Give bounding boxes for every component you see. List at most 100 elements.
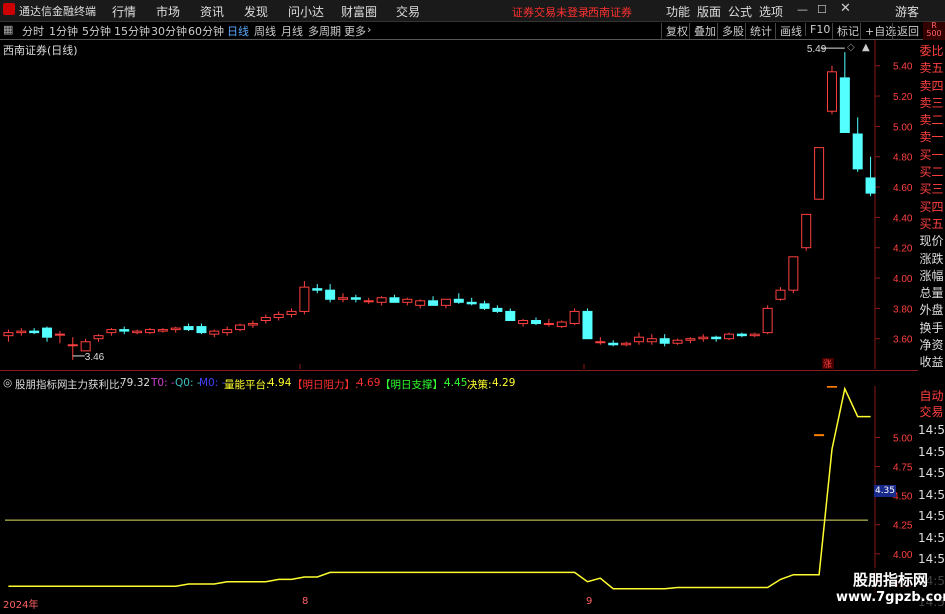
- indicator-chart[interactable]: 5.004.754.504.254.003.75: [0, 386, 918, 596]
- candle-body-53: [685, 338, 696, 341]
- candle-body-13: [170, 327, 181, 331]
- order-book-1: 卖五: [919, 61, 944, 76]
- candle-body-43: [556, 321, 567, 328]
- menu-wenxiaoda[interactable]: 问小达: [288, 3, 324, 20]
- auto-label[interactable]: 自动: [918, 387, 945, 404]
- btn-fanhui[interactable]: 返回: [892, 23, 919, 39]
- btn-add-favorite[interactable]: +自选: [860, 23, 896, 39]
- rr-badge: R 500: [923, 22, 945, 40]
- candle-body-14: [183, 326, 194, 331]
- y-label-7: 4.00: [893, 274, 913, 285]
- period-multi[interactable]: 多周期: [308, 23, 341, 39]
- btn-fuquan[interactable]: 复权: [661, 23, 688, 39]
- x-axis-sep: 9: [586, 596, 593, 607]
- order-book-15: 外盘: [919, 303, 944, 318]
- order-book-panel: 委比 卖五 卖四 卖三 卖二 卖一 买一 买二 买三 买四 买五 现价 涨跌 涨幅 总量 外盘 换手 净资 收益: [918, 43, 945, 372]
- btn-huaxian[interactable]: 画线: [775, 23, 802, 39]
- title-bar: 通达信金融终端 行情 市场 资讯 发现 问小达 财富圈 交易 证券交易未登录 西…: [0, 0, 945, 22]
- time-label-4: 14:56: [918, 509, 945, 523]
- watermark-name: 股朋指标网: [852, 571, 928, 589]
- time-label-3: 14:56: [918, 487, 945, 502]
- guest-label[interactable]: 游客: [895, 3, 919, 20]
- ind-y-label-0: 5.00: [893, 434, 913, 445]
- candle-body-37: [479, 303, 490, 309]
- y-label-1: 5.20: [893, 92, 913, 103]
- candle-body-61: [788, 256, 799, 291]
- candle-body-5: [67, 344, 78, 347]
- window-icon[interactable]: ☐: [817, 3, 827, 16]
- minimize-icon[interactable]: —: [797, 3, 808, 16]
- candle-body-34: [440, 298, 451, 306]
- btn-f10[interactable]: F10: [805, 23, 830, 36]
- candle-body-47: [608, 342, 619, 346]
- btn-biaoji[interactable]: 标记: [832, 23, 859, 39]
- period-more[interactable]: 更多: [344, 23, 366, 39]
- ind-y-label-3: 4.25: [893, 521, 913, 532]
- candle-body-11: [144, 329, 155, 334]
- candle-body-28: [363, 300, 374, 303]
- btn-diejia[interactable]: 叠加: [689, 23, 716, 39]
- candle-body-35: [453, 298, 464, 303]
- grid-icon[interactable]: ▦: [3, 23, 13, 36]
- trade-label[interactable]: 交易: [918, 403, 945, 420]
- candle-body-25: [325, 289, 336, 300]
- period-weekly[interactable]: 周线: [254, 23, 276, 39]
- time-label-2: 14:56: [918, 466, 945, 480]
- candle-body-49: [633, 336, 644, 343]
- candle-body-19: [247, 323, 258, 326]
- period-5min[interactable]: 5分钟: [82, 23, 111, 39]
- candle-body-15: [196, 326, 207, 334]
- y-label-0: 5.40: [893, 62, 913, 73]
- order-book-7: 买二: [919, 165, 944, 180]
- close-icon[interactable]: ✕: [840, 1, 851, 16]
- btn-tongji[interactable]: 统计: [745, 23, 772, 39]
- btn-duogu[interactable]: 多股: [717, 23, 744, 39]
- candle-body-31: [402, 298, 413, 303]
- period-monthly[interactable]: 月线: [281, 23, 303, 39]
- period-15min[interactable]: 15分钟: [114, 23, 150, 39]
- candle-body-20: [260, 316, 271, 322]
- menu-jiaoyi[interactable]: 交易: [396, 3, 420, 20]
- period-1min[interactable]: 1分钟: [49, 23, 78, 39]
- candle-body-46: [595, 341, 606, 344]
- ind-y-label-4: 4.00: [893, 550, 913, 561]
- y-label-8: 3.80: [893, 304, 913, 315]
- menu-hangqing[interactable]: 行情: [112, 3, 136, 20]
- candle-body-3: [42, 327, 53, 338]
- y-label-5: 4.40: [893, 213, 913, 224]
- candle-body-24: [312, 288, 323, 291]
- menu-xuanxiang[interactable]: 选项: [759, 3, 783, 20]
- menu-banmian[interactable]: 版面: [697, 3, 721, 20]
- login-status[interactable]: 证券交易未登录: [512, 4, 589, 20]
- menu-shichang[interactable]: 市场: [156, 3, 180, 20]
- order-book-4: 卖二: [919, 113, 944, 128]
- candle-body-57: [736, 333, 747, 337]
- candle-body-17: [222, 329, 233, 334]
- period-daily[interactable]: 日线: [227, 23, 249, 39]
- order-book-10: 买五: [919, 216, 944, 231]
- candle-body-60: [775, 289, 786, 300]
- current-value-badge: 4.35: [874, 485, 896, 497]
- y-label-9: 3.60: [893, 335, 913, 346]
- time-label-0: 14:56: [918, 423, 945, 437]
- zhang-mark: 涨: [823, 359, 832, 369]
- candle-body-16: [209, 330, 220, 335]
- candle-body-29: [376, 297, 387, 303]
- order-book-18: 收益: [919, 355, 944, 370]
- menu-faxian[interactable]: 发现: [244, 3, 268, 20]
- candle-body-56: [724, 333, 735, 340]
- watermark-url: www.7gpzb.com: [836, 590, 945, 605]
- x-axis-aug: 8: [302, 596, 309, 607]
- broker-name: 西南证券: [588, 6, 632, 19]
- menu-caifuquan[interactable]: 财富圈: [341, 3, 377, 20]
- menu-gongneng[interactable]: 功能: [666, 3, 690, 20]
- menu-zixun[interactable]: 资讯: [200, 3, 224, 20]
- order-book-12: 涨跌: [919, 251, 944, 266]
- period-fenshi[interactable]: 分时: [22, 23, 44, 39]
- chevron-right-icon[interactable]: ›: [367, 23, 371, 36]
- period-60min[interactable]: 60分钟: [188, 23, 224, 39]
- order-book-16: 换手: [919, 320, 944, 335]
- candlestick-chart[interactable]: 5.40 5.20 5.00 4.80 4.60 4.40 4.20 4.00 3.80 3.60…: [0, 40, 918, 369]
- menu-gongshi[interactable]: 公式: [728, 3, 752, 20]
- period-30min[interactable]: 30分钟: [151, 23, 187, 39]
